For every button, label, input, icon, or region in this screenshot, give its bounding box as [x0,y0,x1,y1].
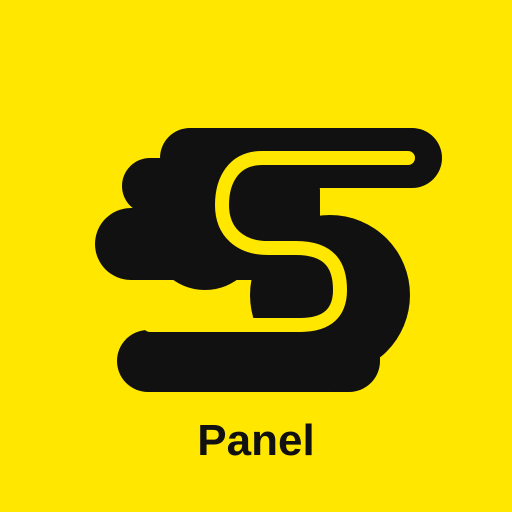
app-label: Panel [197,416,315,465]
app-icon[interactable]: Panel [0,0,512,512]
